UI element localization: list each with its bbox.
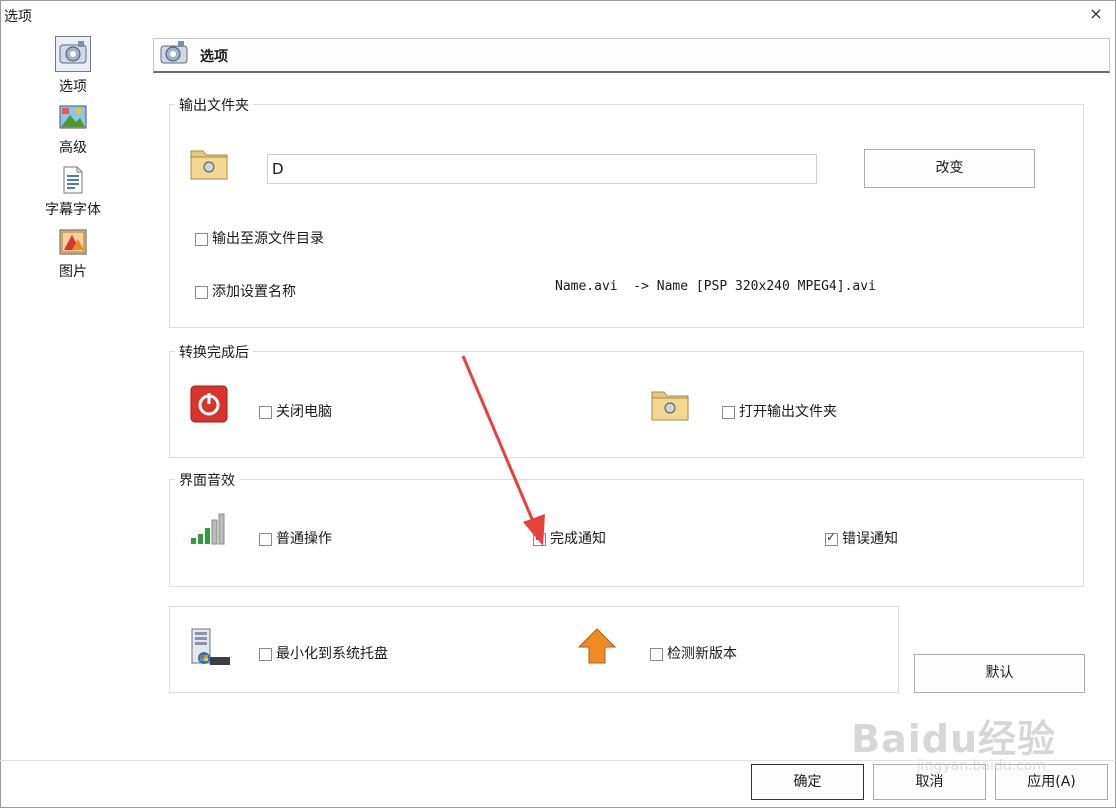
checkbox-label: 添加设置名称 [212, 284, 296, 300]
checkbox-box[interactable] [195, 232, 208, 246]
checkbox-label: 检测新版本 [667, 646, 737, 662]
checkbox-label: 普通操作 [276, 531, 332, 547]
error-notice-checkbox[interactable]: 错误通知 [825, 528, 898, 548]
name-example-text: Name.avi -> Name [PSP 320x240 MPEG4].avi [555, 279, 876, 294]
picture-icon [58, 227, 88, 257]
system-tray-icon [190, 627, 232, 671]
checkbox-box[interactable] [259, 405, 272, 419]
checkbox-box[interactable] [650, 647, 663, 661]
sidebar-item-subtitle-font[interactable]: 字幕字体 [28, 165, 118, 219]
checkbox-box[interactable] [195, 285, 208, 299]
normal-ops-checkbox[interactable]: 普通操作 [259, 528, 332, 548]
annotation-arrow [461, 355, 545, 546]
window-title: 选项 [4, 9, 32, 25]
close-button[interactable]: × [1086, 4, 1106, 24]
sidebar-item-label: 选项 [59, 79, 87, 95]
power-icon [190, 385, 228, 427]
change-folder-button[interactable]: 改变 [864, 149, 1035, 188]
open-output-folder-checkbox[interactable]: 打开输出文件夹 [722, 401, 837, 421]
volume-bars-icon [189, 512, 229, 550]
sidebar-item-label: 高级 [59, 140, 87, 156]
checkbox-label: 错误通知 [842, 531, 898, 547]
watermark-logo: Baidu经验 [851, 717, 1056, 761]
options-icon [158, 39, 190, 73]
checkbox-box[interactable] [722, 405, 735, 419]
checkbox-box[interactable] [259, 647, 272, 661]
ui-sounds-legend: 界面音效 [175, 470, 239, 490]
checkbox-label: 完成通知 [550, 531, 606, 547]
checkbox-box[interactable] [259, 532, 272, 546]
update-arrow-icon [577, 627, 617, 669]
ok-button[interactable]: 确定 [751, 764, 864, 800]
document-icon [58, 165, 88, 195]
sidebar-item-label: 字幕字体 [45, 202, 101, 218]
output-to-source-checkbox[interactable]: 输出至源文件目录 [195, 228, 324, 248]
output-folder-legend: 输出文件夹 [175, 95, 253, 115]
landscape-icon [58, 103, 88, 133]
after-conversion-legend: 转换完成后 [175, 342, 253, 362]
output-folder-group [169, 104, 1084, 328]
sidebar-item-advanced[interactable]: 高级 [28, 103, 118, 157]
section-header: 选项 [153, 38, 1110, 73]
output-path-input[interactable]: D [267, 154, 817, 184]
checkbox-label: 关闭电脑 [276, 404, 332, 420]
default-button[interactable]: 默认 [914, 654, 1085, 693]
minimize-tray-checkbox[interactable]: 最小化到系统托盘 [259, 643, 388, 663]
sidebar-item-options[interactable]: 选项 [28, 36, 118, 96]
checkbox-label: 最小化到系统托盘 [276, 646, 388, 662]
checkbox-label: 输出至源文件目录 [212, 231, 324, 247]
shutdown-checkbox[interactable]: 关闭电脑 [259, 401, 332, 421]
page-title: 选项 [200, 49, 228, 65]
checkbox-box[interactable] [825, 530, 838, 546]
sidebar-item-label: 图片 [59, 264, 87, 280]
options-icon [55, 36, 91, 72]
checkbox-label: 打开输出文件夹 [739, 404, 837, 420]
watermark-url: jingyan.baidu.com [916, 758, 1046, 774]
sidebar-item-picture[interactable]: 图片 [28, 227, 118, 281]
folder-icon [650, 386, 690, 426]
add-setting-name-checkbox[interactable]: 添加设置名称 [195, 281, 296, 301]
folder-icon [189, 145, 229, 185]
check-update-checkbox[interactable]: 检测新版本 [650, 643, 737, 663]
